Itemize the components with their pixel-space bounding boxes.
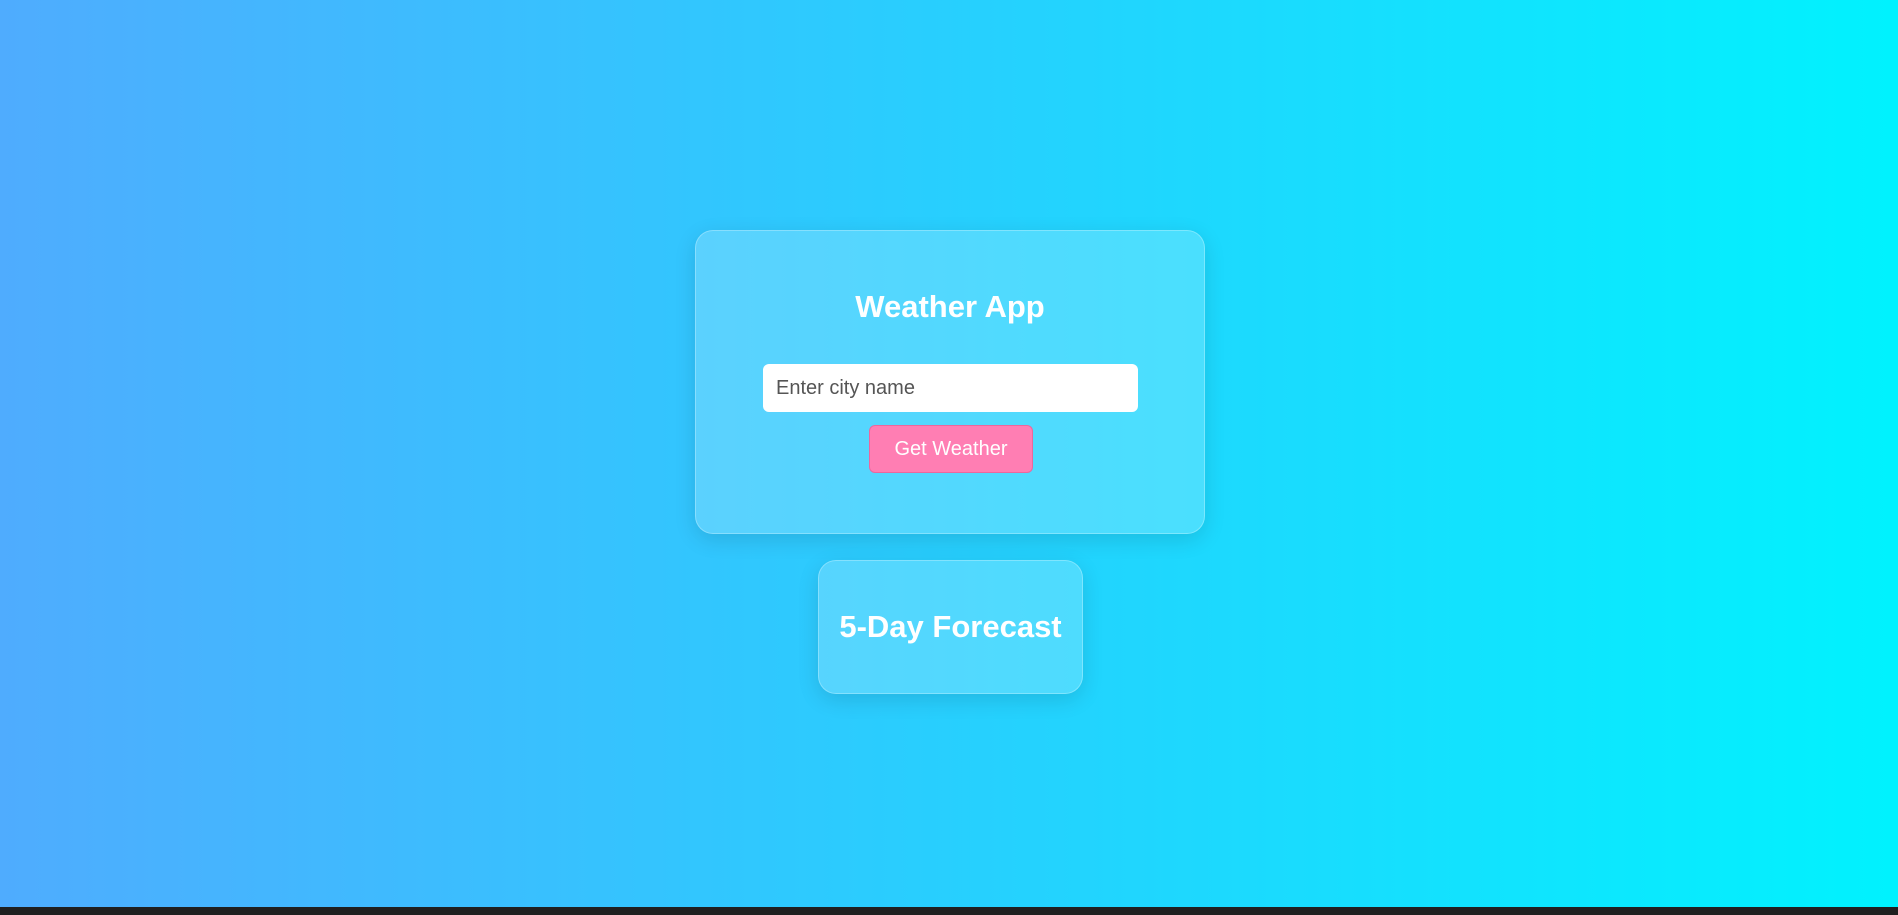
app-title: Weather App [855, 289, 1045, 324]
forecast-card: 5-Day Forecast [818, 560, 1083, 694]
weather-card: Weather App Get Weather [695, 230, 1205, 534]
city-search-input[interactable] [763, 364, 1138, 412]
forecast-title: 5-Day Forecast [839, 609, 1062, 644]
taskbar [0, 907, 1898, 915]
get-weather-button[interactable]: Get Weather [869, 425, 1033, 473]
